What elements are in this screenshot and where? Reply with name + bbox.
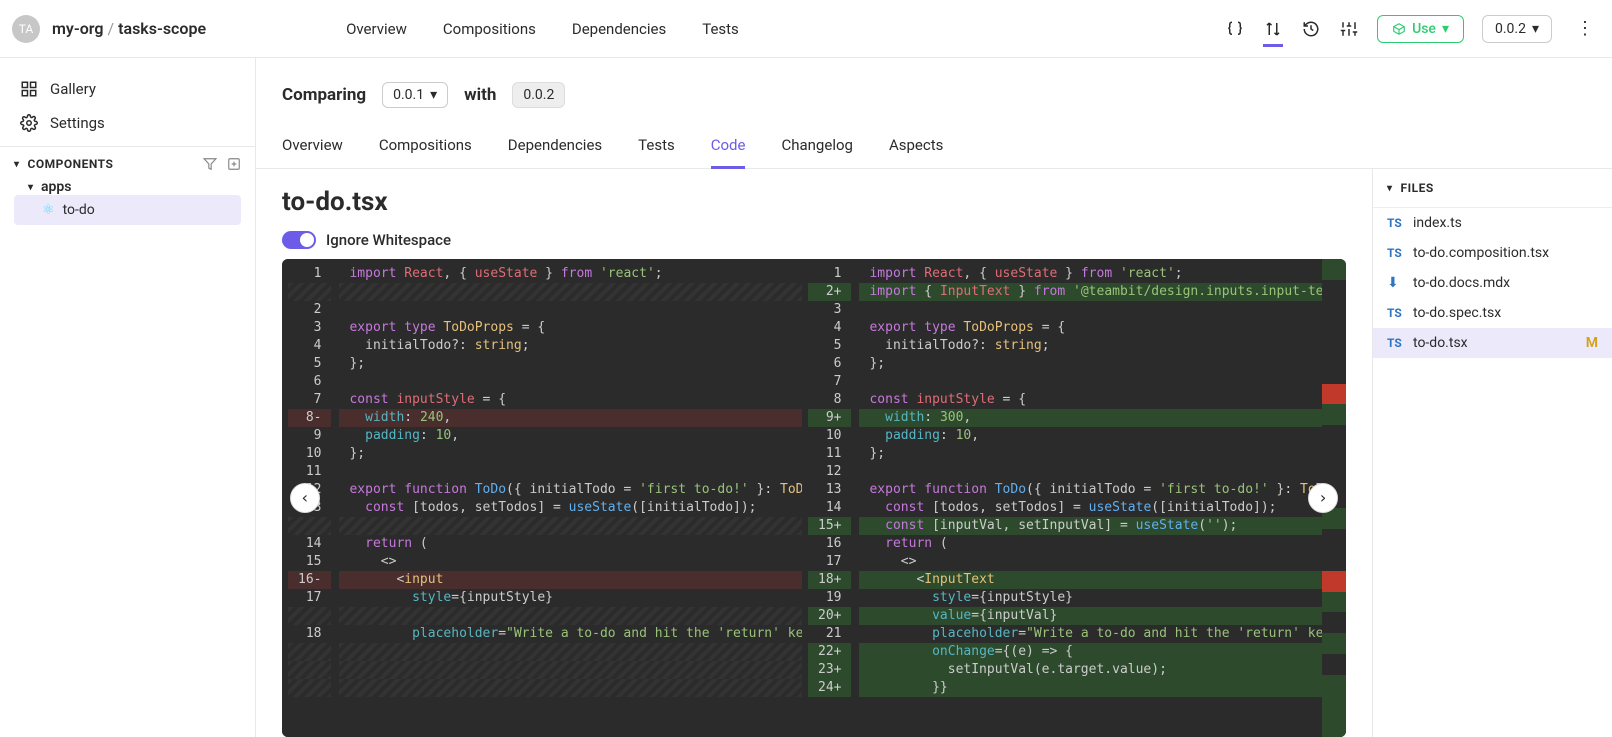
sidebar-item-label: Settings (50, 114, 105, 132)
subtab-compositions[interactable]: Compositions (379, 126, 472, 168)
breadcrumb-org[interactable]: my-org (52, 19, 103, 38)
diff-left-pane: 1 2 3 4 5 6 7 8- 9 10 11 12 13 14 1516- … (282, 259, 802, 737)
next-file-button[interactable]: › (1308, 483, 1338, 513)
compare-from-dropdown[interactable]: 0.0.1 ▾ (382, 82, 448, 108)
components-heading[interactable]: ▾ COMPONENTS (14, 157, 241, 171)
file-item[interactable]: TS to-do.tsx M (1373, 328, 1612, 358)
files-label: FILES (1401, 181, 1434, 195)
gear-icon (20, 114, 38, 132)
code-left[interactable]: import React, { useState } from 'react';… (339, 259, 802, 737)
sidebar-group-apps[interactable]: ▾ apps (14, 171, 241, 195)
filter-icon[interactable] (203, 157, 217, 171)
ts-icon: TS (1387, 216, 1405, 230)
caret-down-icon: ▾ (1387, 183, 1393, 194)
file-name: to-do.spec.tsx (1413, 305, 1501, 321)
file-item[interactable]: TS index.ts (1373, 208, 1612, 238)
topnav-tests[interactable]: Tests (702, 20, 739, 38)
file-item[interactable]: TS to-do.composition.tsx (1373, 238, 1612, 268)
sidebar-leaf-todo[interactable]: ⚛ to-do (14, 195, 241, 225)
compare-from: 0.0.1 (393, 87, 424, 103)
sidebar: Gallery Settings ▾ COMPONENTS ▾ (0, 58, 256, 737)
breadcrumb[interactable]: my-org/tasks-scope (52, 19, 206, 38)
use-button[interactable]: Use ▾ (1377, 15, 1464, 43)
breadcrumb-sep: / (107, 19, 114, 38)
breadcrumb-scope[interactable]: tasks-scope (118, 19, 206, 38)
sidebar-item-settings[interactable]: Settings (20, 106, 235, 140)
caret-down-icon: ▾ (1532, 21, 1539, 37)
file-title: to-do.tsx (282, 187, 1346, 217)
file-name: to-do.tsx (1413, 335, 1468, 351)
topnav-dependencies[interactable]: Dependencies (572, 20, 666, 38)
avatar[interactable]: TA (12, 15, 40, 43)
sidebar-item-label: Gallery (50, 80, 96, 98)
subtab-changelog[interactable]: Changelog (781, 126, 852, 168)
caret-down-icon: ▾ (1442, 21, 1449, 37)
components-label: COMPONENTS (28, 157, 114, 171)
caret-down-icon: ▾ (28, 182, 33, 193)
top-nav: Overview Compositions Dependencies Tests (346, 20, 739, 38)
files-panel: ▾ FILES TS index.ts TS to-do.composition.ts… (1372, 169, 1612, 737)
group-label: apps (41, 179, 71, 195)
sliders-icon[interactable] (1339, 19, 1359, 39)
box-icon (1392, 22, 1406, 36)
top-right: Use ▾ 0.0.2 ▾ ⋮ (1225, 15, 1600, 43)
version-label: 0.0.2 (1495, 21, 1526, 37)
caret-down-icon: ▾ (14, 159, 20, 170)
diff-view: ‹ 1 2 3 4 5 6 7 8- 9 10 11 12 13 14 1516… (282, 259, 1346, 737)
react-icon: ⚛ (42, 202, 55, 218)
version-dropdown[interactable]: 0.0.2 ▾ (1482, 15, 1552, 43)
ts-icon: TS (1387, 336, 1405, 350)
topnav-compositions[interactable]: Compositions (443, 20, 536, 38)
ignore-whitespace-toggle[interactable] (282, 231, 316, 249)
topnav-overview[interactable]: Overview (346, 20, 407, 38)
compare-icon[interactable] (1263, 27, 1283, 47)
file-item[interactable]: ⬇ to-do.docs.mdx (1373, 268, 1612, 298)
ts-icon: TS (1387, 246, 1405, 260)
ts-icon: TS (1387, 306, 1405, 320)
subtab-dependencies[interactable]: Dependencies (508, 126, 602, 168)
diff-right-pane: 1 2+ 3 4 5 6 7 8 9+ 10 11 12 13 1415+ 16… (802, 259, 1322, 737)
file-name: to-do.composition.tsx (1413, 245, 1549, 261)
subtab-code[interactable]: Code (711, 126, 746, 168)
file-badge: M (1586, 335, 1598, 351)
files-heading[interactable]: ▾ FILES (1373, 169, 1612, 208)
code-right[interactable]: import React, { useState } from 'react';… (859, 259, 1322, 737)
caret-down-icon: ▾ (430, 87, 437, 103)
subtab-overview[interactable]: Overview (282, 126, 343, 168)
use-label: Use (1412, 21, 1436, 37)
subtab-aspects[interactable]: Aspects (889, 126, 943, 168)
mdx-icon: ⬇ (1387, 275, 1405, 291)
compare-to-value: 0.0.2 (523, 87, 554, 103)
main: Comparing 0.0.1 ▾ with 0.0.2 Overview Co… (256, 58, 1612, 737)
file-name: to-do.docs.mdx (1413, 275, 1510, 291)
comparing-label: Comparing (282, 85, 366, 105)
kebab-menu[interactable]: ⋮ (1570, 18, 1600, 39)
with-label: with (464, 85, 496, 105)
ignore-whitespace-row: Ignore Whitespace (282, 231, 1346, 249)
gutter-right: 1 2+ 3 4 5 6 7 8 9+ 10 11 12 13 1415+ 16… (802, 259, 859, 737)
prev-file-button[interactable]: ‹ (290, 483, 320, 513)
code-column: to-do.tsx Ignore Whitespace ‹ 1 2 3 4 5 … (256, 169, 1372, 737)
subtabs: Overview Compositions Dependencies Tests… (256, 126, 1612, 169)
braces-icon[interactable] (1225, 19, 1245, 39)
leaf-label: to-do (63, 202, 95, 218)
file-item[interactable]: TS to-do.spec.tsx (1373, 298, 1612, 328)
compare-row: Comparing 0.0.1 ▾ with 0.0.2 (256, 58, 1612, 126)
grid-icon (20, 80, 38, 98)
subtab-tests[interactable]: Tests (638, 126, 675, 168)
add-icon[interactable] (227, 157, 241, 171)
file-name: index.ts (1413, 215, 1462, 231)
topbar: TA my-org/tasks-scope Overview Compositi… (0, 0, 1612, 58)
ignore-whitespace-label: Ignore Whitespace (326, 231, 451, 249)
compare-to: 0.0.2 (512, 82, 565, 108)
history-icon[interactable] (1301, 19, 1321, 39)
sidebar-item-gallery[interactable]: Gallery (20, 72, 235, 106)
